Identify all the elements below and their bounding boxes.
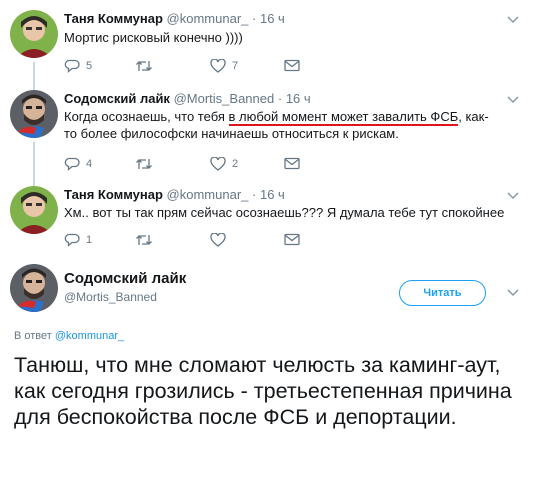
separator-dot: ·: [252, 11, 257, 26]
author-name[interactable]: Таня Коммунар: [64, 187, 163, 202]
chevron-down-icon[interactable]: [507, 95, 519, 105]
timestamp[interactable]: 16 ч: [286, 91, 311, 106]
author-handle[interactable]: @Mortis_Banned: [64, 290, 157, 304]
avatar[interactable]: [10, 264, 58, 312]
thread-line: [33, 142, 35, 186]
underlined-phrase: в любой момент может завалить ФСБ: [228, 109, 459, 126]
follow-button[interactable]: Читать: [399, 280, 486, 306]
heart-icon: [210, 59, 226, 73]
like-action[interactable]: 7: [210, 59, 238, 73]
reply-icon: [64, 157, 80, 171]
tweet-header: Таня Коммунар @kommunar_ · 16 ч: [64, 11, 285, 26]
chevron-down-icon[interactable]: [507, 288, 519, 298]
retweet-action[interactable]: [135, 233, 153, 247]
retweet-icon: [136, 159, 152, 169]
timestamp[interactable]: 16 ч: [260, 11, 285, 26]
retweet-action[interactable]: [135, 59, 153, 73]
retweet-icon: [136, 235, 152, 245]
avatar[interactable]: [10, 10, 58, 58]
envelope-icon: [284, 233, 300, 246]
reply-count: 5: [86, 60, 93, 72]
reply-icon: [64, 59, 80, 73]
thread-line: [33, 62, 35, 90]
tweet-text: Когда осознаешь, что тебя в любой момент…: [64, 108, 494, 142]
avatar[interactable]: [10, 186, 58, 234]
message-action[interactable]: [284, 233, 300, 246]
heart-icon: [210, 157, 226, 171]
envelope-icon: [284, 59, 300, 72]
tweet-text: Мортис рисковый конечно )))): [64, 30, 243, 45]
reply-count: 1: [86, 234, 93, 246]
like-count: 7: [232, 60, 239, 72]
timestamp[interactable]: 16 ч: [260, 187, 285, 202]
tweet-text-part: Когда осознаешь, что тебя: [64, 109, 229, 124]
message-action[interactable]: [284, 59, 300, 72]
avatar[interactable]: [10, 90, 58, 138]
tweet-text: Хм.. вот ты так прям сейчас осознаешь???…: [64, 205, 505, 220]
main-tweet-text: Танюш, что мне сломают челюсть за каминг…: [14, 353, 512, 429]
like-action[interactable]: [210, 233, 226, 247]
author-name[interactable]: Таня Коммунар: [64, 11, 163, 26]
chevron-down-icon[interactable]: [507, 191, 519, 201]
separator-dot: ·: [252, 187, 257, 202]
heart-icon: [210, 233, 226, 247]
reply-context: В ответ @kommunar_: [14, 330, 124, 342]
author-name[interactable]: Содомский лайк: [64, 91, 170, 106]
retweet-icon: [136, 61, 152, 71]
author-name[interactable]: Содомский лайк: [64, 270, 186, 287]
author-handle[interactable]: @Mortis_Banned: [174, 91, 275, 106]
tweet-header: Таня Коммунар @kommunar_ · 16 ч: [64, 187, 285, 202]
author-handle[interactable]: @kommunar_: [167, 187, 249, 202]
reply-action[interactable]: 1: [64, 233, 92, 247]
like-action[interactable]: 2: [210, 157, 238, 171]
retweet-action[interactable]: [135, 157, 153, 171]
chevron-down-icon[interactable]: [507, 15, 519, 25]
envelope-icon: [284, 157, 300, 170]
reply-action[interactable]: 4: [64, 157, 92, 171]
like-count: 2: [232, 158, 239, 170]
reply-count: 4: [86, 158, 93, 170]
author-handle[interactable]: @kommunar_: [167, 11, 249, 26]
separator-dot: ·: [277, 91, 283, 106]
reply-mention-link[interactable]: @kommunar_: [55, 330, 124, 342]
reply-action[interactable]: 5: [64, 59, 92, 73]
reply-prefix: В ответ: [14, 330, 52, 342]
reply-icon: [64, 233, 80, 247]
tweet-header: Содомский лайк @Mortis_Banned · 16 ч: [64, 91, 311, 106]
message-action[interactable]: [284, 157, 300, 170]
